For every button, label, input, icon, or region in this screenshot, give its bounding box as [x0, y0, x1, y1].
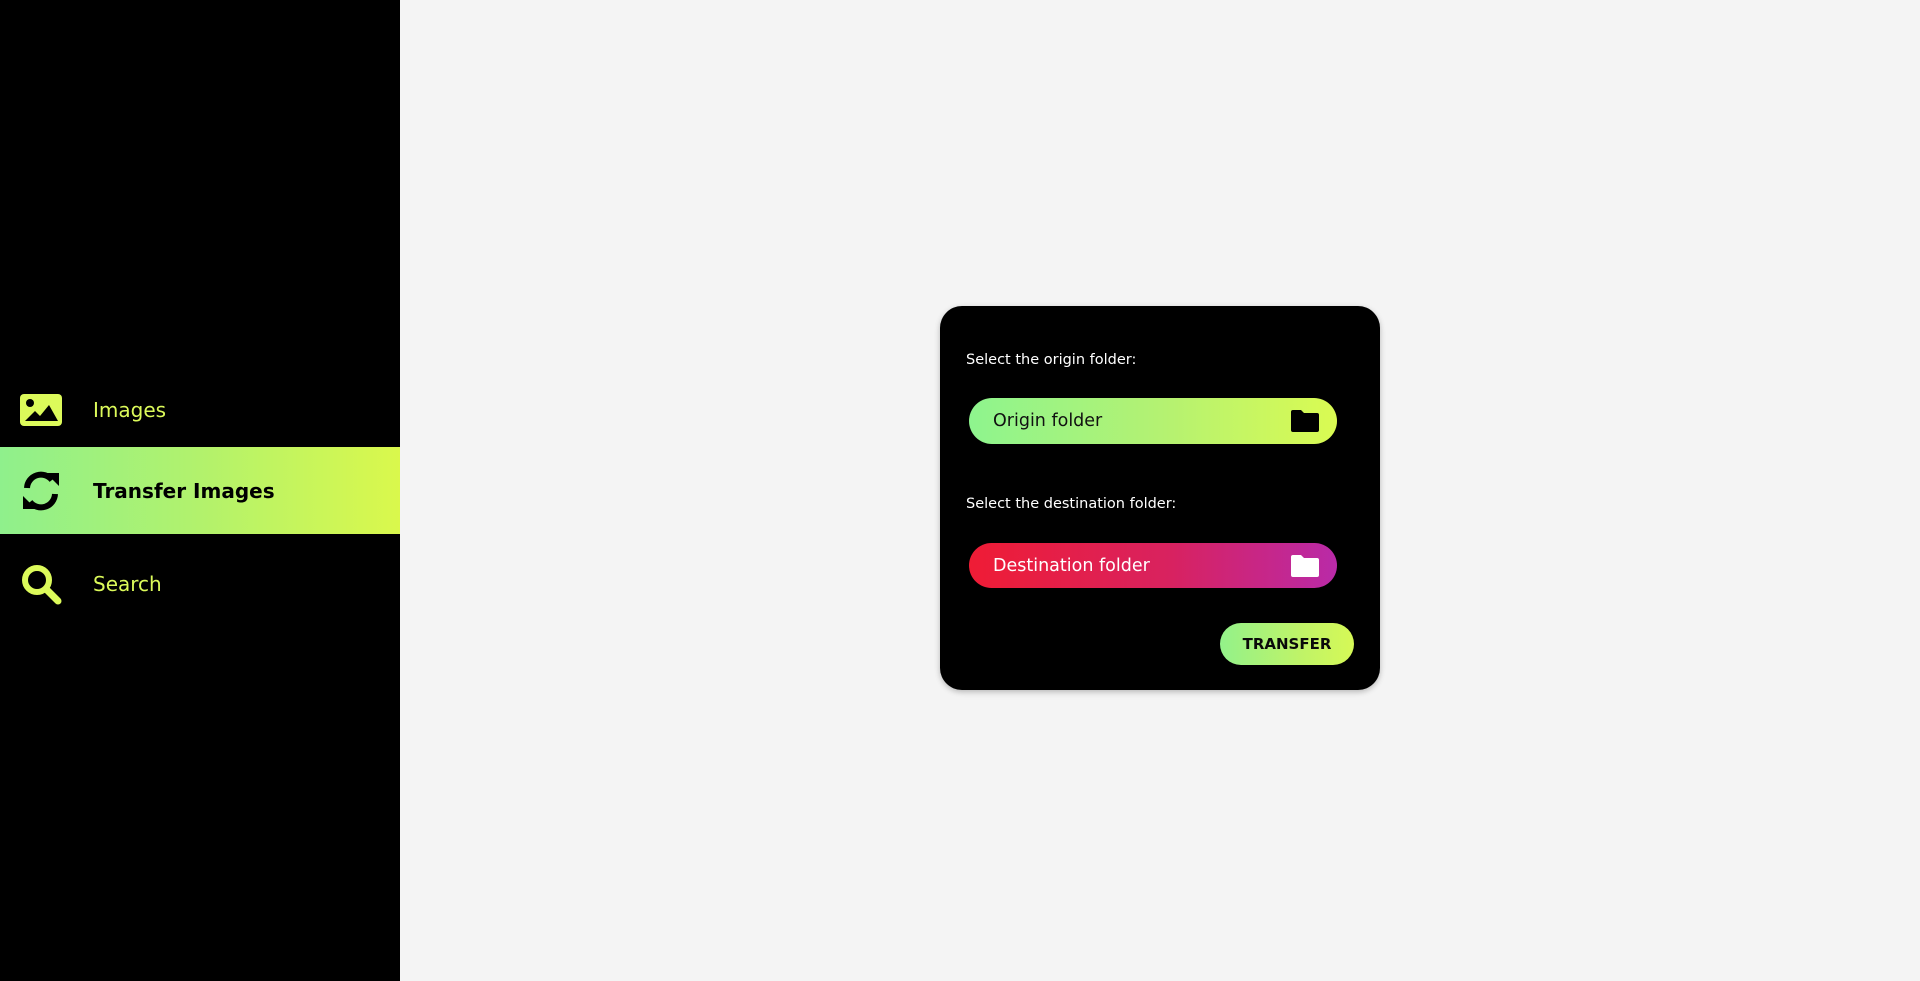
origin-folder-label: Select the origin folder:	[966, 352, 1137, 368]
destination-folder-label: Select the destination folder:	[966, 496, 1177, 512]
origin-folder-field[interactable]: Origin folder	[969, 398, 1337, 444]
sidebar-item-label: Transfer Images	[93, 478, 275, 503]
transfer-panel: Select the origin folder: Origin folder …	[940, 306, 1380, 690]
folder-icon	[1290, 554, 1320, 578]
image-icon	[18, 387, 64, 433]
destination-folder-field[interactable]: Destination folder	[969, 543, 1337, 588]
sidebar-item-label: Images	[93, 397, 167, 422]
refresh-icon	[18, 468, 64, 514]
transfer-button[interactable]: TRANSFER	[1220, 623, 1354, 665]
destination-folder-placeholder: Destination folder	[993, 555, 1150, 576]
sidebar-item-search[interactable]: Search	[0, 540, 400, 627]
origin-folder-placeholder: Origin folder	[993, 411, 1103, 431]
folder-icon	[1290, 409, 1320, 433]
sidebar: Images Transfer Images Search	[0, 0, 400, 981]
search-icon	[18, 561, 64, 607]
sidebar-item-label: Search	[93, 571, 162, 596]
app: Images Transfer Images Search Select the…	[0, 0, 1920, 981]
sidebar-item-images[interactable]: Images	[0, 366, 400, 453]
sidebar-item-transfer-images[interactable]: Transfer Images	[0, 447, 400, 534]
